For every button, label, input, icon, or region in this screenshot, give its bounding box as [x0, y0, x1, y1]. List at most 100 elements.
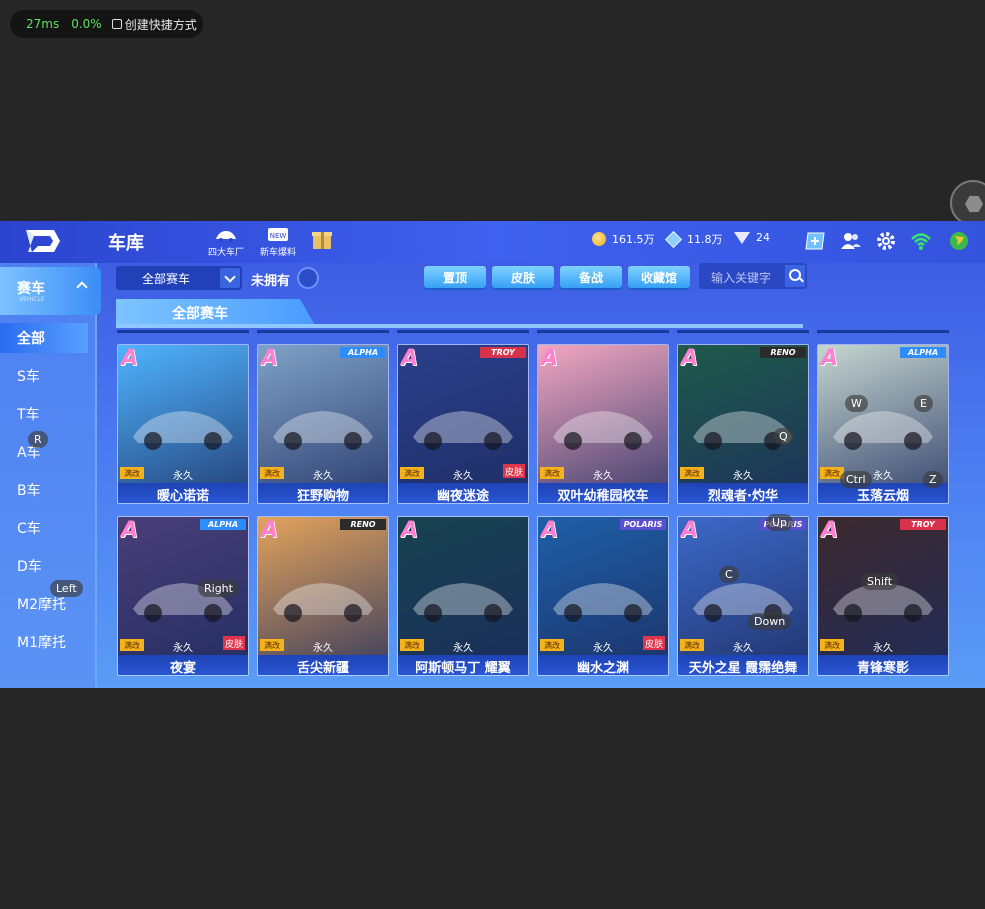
column-strip [677, 330, 809, 333]
car-card[interactable]: A 永久 满改 阿斯顿马丁 耀翼 [397, 516, 529, 676]
section-divider [116, 324, 803, 328]
column-strip [117, 330, 249, 333]
brand-badge: ALPHA [340, 347, 386, 358]
sidebar-item-m1[interactable]: M1摩托 [0, 627, 88, 657]
car-card[interactable]: A RENO 永久 满改 烈魂者·灼华 [677, 344, 809, 504]
key-hint-ctrl: Ctrl [840, 471, 872, 488]
key-hint-shift: Shift [861, 573, 899, 590]
sidebar-item-c[interactable]: C车 [0, 513, 88, 543]
car-silhouette-icon [133, 411, 233, 450]
rank-badge: A [121, 346, 139, 371]
perf-overlay: 27ms 0.0% 创建快捷方式 [10, 10, 203, 38]
sidebar-item-b[interactable]: B车 [0, 475, 88, 505]
top-bar: 车库 四大车厂 NEW 新车爆料 161.5万 11.8万 24 [0, 221, 985, 263]
sidebar-item-all[interactable]: 全部 [0, 323, 88, 353]
settings-gear-icon[interactable] [875, 230, 897, 252]
new-car-label: 新车爆料 [259, 248, 296, 258]
rank-badge: A [401, 518, 419, 543]
car-card[interactable]: A 永久 满改 暖心诺诺 [117, 344, 249, 504]
car-name: 幽夜迷途 [398, 483, 528, 503]
key-hint-r: R [28, 431, 48, 448]
car-card[interactable]: A TROY 永久 满改 青锋寒影 [817, 516, 949, 676]
skin-badge: 皮肤 [223, 636, 245, 650]
car-card[interactable]: A TROY 永久 满改 皮肤 幽夜迷途 [397, 344, 529, 504]
new-car-icon: NEW [268, 228, 288, 241]
mod-badge: 满改 [120, 639, 144, 651]
shortcut-icon [111, 19, 122, 29]
brand-badge: TROY [480, 347, 526, 358]
coin-counter: 161.5万 [592, 231, 655, 247]
coin-icon [592, 232, 606, 246]
globe-icon[interactable] [948, 230, 970, 252]
game-window: 车库 四大车厂 NEW 新车爆料 161.5万 11.8万 24 赛车 VEHI… [0, 221, 985, 688]
game-logo-icon[interactable] [24, 228, 62, 254]
search-icon[interactable] [785, 265, 805, 287]
car-card[interactable]: A 永久 满改 双叶幼稚园校车 [537, 344, 669, 504]
car-silhouette-icon [413, 583, 513, 622]
rank-badge: A [681, 346, 699, 371]
car-silhouette-icon [693, 411, 793, 450]
car-silhouette-icon [413, 411, 513, 450]
diamond-icon [734, 231, 750, 244]
category-sublabel: VEHICLE [19, 296, 45, 303]
column-strip [257, 330, 389, 333]
rank-badge: A [821, 346, 839, 371]
search-input[interactable]: 输入关键字 [699, 263, 807, 289]
column-strip [397, 330, 529, 333]
gift-icon [312, 232, 332, 249]
category-sidebar: 赛车 VEHICLE 全部 S车 T车 A车 B车 C车 D车 M2摩托 M1摩… [0, 263, 101, 688]
rank-badge: A [261, 518, 279, 543]
floating-menu-button[interactable] [950, 180, 985, 226]
car-name: 暖心诺诺 [118, 483, 248, 503]
key-hint-w: W [845, 395, 868, 412]
car-card[interactable]: APOLARIS永久满改天外之星 霞霈绝舞 [677, 516, 809, 676]
car-factory-button[interactable]: 四大车厂 [206, 225, 246, 259]
prepare-button[interactable]: 备战 [560, 266, 622, 288]
brand-badge: ALPHA [900, 347, 946, 358]
loss-text: 0.0% [71, 17, 102, 31]
car-factory-icon [216, 231, 236, 242]
not-owned-label: 未拥有 [251, 274, 291, 289]
car-card[interactable]: A POLARIS 永久 满改 皮肤 幽水之渊 [537, 516, 669, 676]
skin-button[interactable]: 皮肤 [492, 266, 554, 288]
friends-icon[interactable] [840, 230, 862, 252]
key-hint-z: Z [923, 471, 943, 488]
wifi-icon [911, 233, 931, 250]
key-hint-down: Down [748, 613, 792, 630]
chevron-down-icon [220, 268, 240, 288]
sidebar-item-s[interactable]: S车 [0, 361, 88, 391]
collection-button[interactable]: 收藏馆 [628, 266, 690, 288]
not-owned-toggle[interactable] [297, 267, 319, 289]
category-header-vehicle[interactable]: 赛车 VEHICLE [0, 267, 101, 315]
car-silhouette-icon [133, 583, 233, 622]
mod-badge: 满改 [260, 639, 284, 651]
sidebar-item-d[interactable]: D车 [0, 551, 88, 581]
car-card[interactable]: A ALPHA 永久 满改 狂野购物 [257, 344, 389, 504]
rank-badge: A [541, 518, 559, 543]
brand-badge: RENO [760, 347, 806, 358]
brand-badge: ALPHA [200, 519, 246, 530]
key-hint-e: E [914, 395, 933, 412]
section-title: 全部赛车 [116, 299, 316, 327]
new-car-button[interactable]: NEW 新车爆料 [258, 225, 298, 259]
car-card[interactable]: A RENO 永久 满改 舌尖新疆 [257, 516, 389, 676]
create-shortcut-button[interactable]: 创建快捷方式 [111, 16, 197, 33]
crystal-counter: 11.8万 [665, 230, 723, 248]
add-currency-icon[interactable] [804, 230, 826, 252]
hexagon-icon [965, 195, 983, 213]
category-label: 赛车 [17, 281, 45, 297]
key-hint-left: Left [50, 580, 83, 597]
crystal-icon [665, 230, 682, 248]
column-strip [537, 330, 669, 333]
mod-badge: 满改 [820, 639, 844, 651]
gift-button[interactable] [302, 225, 342, 259]
car-name: 狂野购物 [258, 483, 388, 503]
mod-badge: 满改 [680, 467, 704, 479]
coin-value: 161.5万 [612, 233, 655, 246]
vehicle-filter-select[interactable]: 全部赛车 [116, 266, 242, 290]
car-factory-label: 四大车厂 [207, 248, 244, 258]
car-name: 双叶幼稚园校车 [538, 483, 668, 503]
pin-top-button[interactable]: 置顶 [424, 266, 486, 288]
key-hint-c: C [719, 566, 739, 583]
sidebar-item-t[interactable]: T车 [0, 399, 88, 429]
